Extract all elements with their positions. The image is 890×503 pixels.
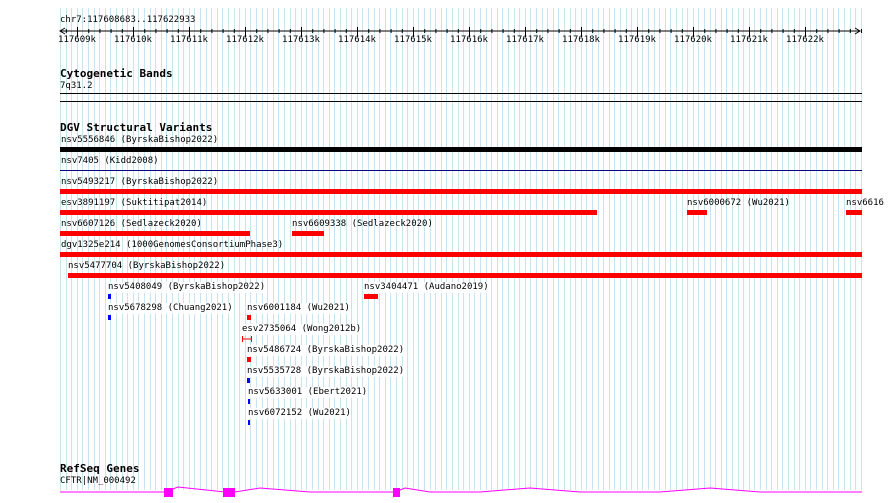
ruler-tick-label: 117617k xyxy=(506,35,544,45)
ruler-tick-label: 117614k xyxy=(338,35,376,45)
dgv-feature[interactable] xyxy=(60,170,862,171)
dgv-feature[interactable] xyxy=(247,378,250,383)
dgv-feature[interactable] xyxy=(60,252,862,257)
cytoband-track-title[interactable]: Cytogenetic Bands xyxy=(60,67,173,80)
dgv-feature[interactable] xyxy=(247,357,251,362)
dgv-feature[interactable] xyxy=(108,294,111,299)
ruler-tick-label: 117622k xyxy=(786,35,824,45)
cytoband-bar[interactable] xyxy=(60,93,862,94)
dgv-feature[interactable] xyxy=(60,231,250,236)
ruler-tick-label: 117610k xyxy=(114,35,152,45)
dgv-feature[interactable] xyxy=(108,315,111,320)
dgv-feature[interactable] xyxy=(242,336,252,342)
dgv-feature[interactable] xyxy=(60,189,862,194)
dgv-feature-label: nsv5678298 (Chuang2021) xyxy=(108,303,233,314)
dgv-track-title[interactable]: DGV Structural Variants xyxy=(60,121,212,134)
dgv-feature[interactable] xyxy=(846,210,862,215)
refseq-track-title[interactable]: RefSeq Genes xyxy=(60,462,139,475)
dgv-feature-label: nsv5556846 (ByrskaBishop2022) xyxy=(61,135,219,145)
ruler-tick-label: 117616k xyxy=(450,35,488,45)
ruler-tick-label: 117621k xyxy=(730,35,768,45)
dgv-feature[interactable] xyxy=(60,147,862,152)
dgv-feature-label: nsv6072152 (Wu2021) xyxy=(248,408,351,419)
dgv-feature-label: nsv5477704 (ByrskaBishop2022) xyxy=(68,261,226,271)
dgv-feature-label: nsv3404471 (Audano2019) xyxy=(364,282,489,293)
track-divider xyxy=(60,101,862,102)
ruler-tick-label: 117609k xyxy=(58,35,96,45)
dgv-feature[interactable] xyxy=(687,210,707,215)
ruler-tick-label: 117620k xyxy=(674,35,712,45)
dgv-feature-label: esv3891197 (Suktitipat2014) xyxy=(61,198,208,208)
ruler-tick-label: 117613k xyxy=(282,35,320,45)
ruler-tick-label: 117615k xyxy=(394,35,432,45)
dgv-feature-label: nsv6616 xyxy=(846,198,884,208)
ruler-tick-label: 117612k xyxy=(226,35,264,45)
cytoband-label: 7q31.2 xyxy=(60,81,93,91)
dgv-feature-label: nsv5633001 (Ebert2021) xyxy=(248,387,368,398)
dgv-feature[interactable] xyxy=(364,294,378,299)
dgv-feature-label: nsv6607126 (Sedlazeck2020) xyxy=(61,219,202,229)
ruler-tick-label: 117619k xyxy=(618,35,656,45)
dgv-feature-label: nsv6001184 (Wu2021) xyxy=(247,303,350,314)
dgv-feature-label: nsv5535728 (ByrskaBishop2022) xyxy=(247,366,405,377)
dgv-feature[interactable] xyxy=(292,231,324,236)
dgv-feature[interactable] xyxy=(68,273,862,278)
dgv-feature-label: nsv6609338 (Sedlazeck2020) xyxy=(292,219,433,229)
dgv-feature-label: nsv7405 (Kidd2008) xyxy=(61,156,159,166)
dgv-feature-label: nsv5486724 (ByrskaBishop2022) xyxy=(247,345,405,356)
cftr-gene-model[interactable] xyxy=(60,485,862,499)
dgv-feature[interactable] xyxy=(248,420,250,425)
dgv-feature-label: nsv5493217 (ByrskaBishop2022) xyxy=(61,177,219,187)
dgv-feature[interactable] xyxy=(247,315,251,320)
ruler-tick-label: 117611k xyxy=(170,35,208,45)
dgv-feature[interactable] xyxy=(248,399,250,404)
dgv-feature[interactable] xyxy=(60,210,597,215)
ruler-tick-label: 117618k xyxy=(562,35,600,45)
dgv-feature-label: nsv5408049 (ByrskaBishop2022) xyxy=(108,282,266,293)
dgv-feature-label: esv2735064 (Wong2012b) xyxy=(242,324,362,335)
dgv-feature-label: nsv6000672 (Wu2021) xyxy=(687,198,790,208)
dgv-feature-label: dgv1325e214 (1000GenomesConsortiumPhase3… xyxy=(61,240,284,250)
